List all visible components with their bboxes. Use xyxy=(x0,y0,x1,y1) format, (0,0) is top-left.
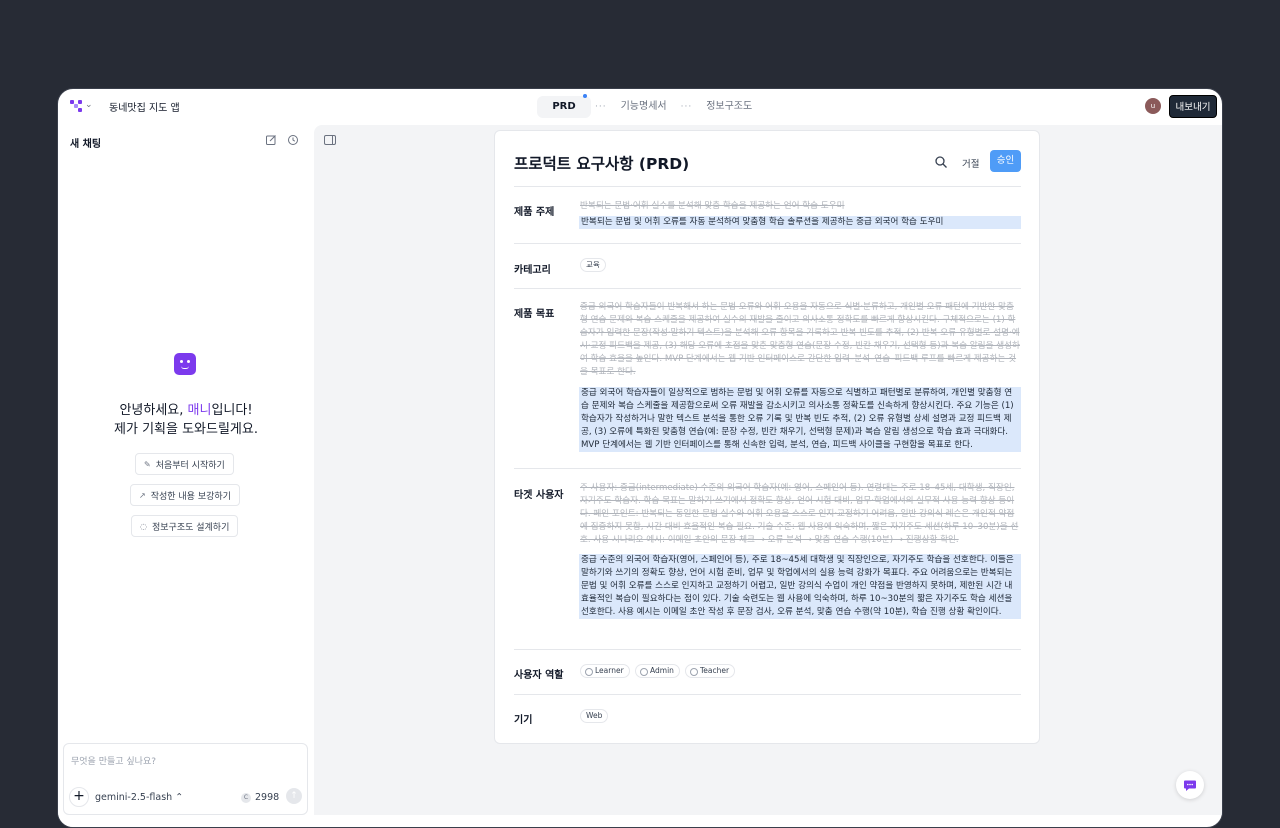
new-chat-icon[interactable] xyxy=(265,134,277,146)
chat-sidebar: 새 채팅 안녕하세요, 매니입니다! 제가 기획을 도와드릴게요. ✎ 처음부터… xyxy=(58,125,314,827)
device-chip: Web xyxy=(580,709,609,723)
project-title[interactable]: 동네맛집 지도 앱 xyxy=(109,99,180,114)
export-button[interactable]: 내보내기 xyxy=(1169,95,1217,118)
divider xyxy=(514,649,1021,650)
tab-separator: ··· xyxy=(595,102,607,112)
tab-separator: ··· xyxy=(680,102,693,112)
chat-composer: 무엇을 만들고 싶나요? + gemini-2.5-flash ⌃ C 2998 … xyxy=(63,743,308,815)
target-new: 중급 수준의 외국어 학습자(영어, 스페인어 등), 주로 18~45세 대학… xyxy=(579,554,1021,619)
unsaved-dot xyxy=(583,94,587,98)
app-window: ⌄ 동네맛집 지도 앱 PRD ··· 기능명세서 ··· 정보구조도 u 내보… xyxy=(57,88,1223,828)
suggestion-label: 정보구조도 설계하기 xyxy=(151,522,230,533)
suggestion-label: 처음부터 시작하기 xyxy=(155,460,225,471)
top-bar: ⌄ 동네맛집 지도 앱 PRD ··· 기능명세서 ··· 정보구조도 u 내보… xyxy=(58,89,1222,125)
chat-bubble-icon xyxy=(1184,780,1196,791)
avatar[interactable]: u xyxy=(1145,98,1161,114)
suggestion-start-fresh[interactable]: ✎ 처음부터 시작하기 xyxy=(135,453,234,475)
tab-feature-spec[interactable]: 기능명세서 xyxy=(611,96,677,118)
divider xyxy=(514,243,1021,244)
device-label: 기기 xyxy=(514,715,533,726)
arrow-up-right-icon: ↗ xyxy=(139,490,146,500)
credit-count: 2998 xyxy=(255,792,280,803)
tab-prd[interactable]: PRD xyxy=(537,94,591,118)
credit-icon: C xyxy=(241,792,251,803)
divider xyxy=(514,694,1021,695)
topic-label: 제품 주제 xyxy=(514,207,555,218)
tab-ia[interactable]: 정보구조도 xyxy=(696,96,762,118)
panel-toggle-icon[interactable] xyxy=(324,135,336,145)
category-chip: 교육 xyxy=(580,258,606,272)
chat-support-button[interactable] xyxy=(1176,771,1204,799)
goal-label: 제품 목표 xyxy=(514,309,555,320)
goal-new: 중급 외국어 학습자들이 일상적으로 범하는 문법 및 어휘 오류를 자동으로 … xyxy=(579,387,1021,452)
approve-button[interactable]: 승인 xyxy=(990,150,1021,172)
model-selector[interactable]: gemini-2.5-flash ⌃ xyxy=(95,792,183,803)
role-chip-teacher: Teacher xyxy=(685,664,736,678)
greeting-line-2: 제가 기획을 도와드릴게요. xyxy=(114,422,258,437)
topic-new: 반복되는 문법 및 어휘 오류를 자동 분석하여 맞춤형 학습 솔루션을 제공하… xyxy=(579,216,1021,229)
doc-tabs: PRD ··· 기능명세서 ··· 정보구조도 xyxy=(537,94,762,118)
goal-old: 중급 외국어 학습자들이 반복해서 하는 문법 오류와 어휘 오용을 자동으로 … xyxy=(580,302,1020,377)
greeting-suffix: 입니다! xyxy=(211,403,253,418)
reject-button[interactable]: 거절 xyxy=(962,156,979,170)
send-button[interactable]: ↑ xyxy=(286,788,302,804)
page-title: 프로덕트 요구사항 (PRD) xyxy=(514,155,690,173)
sidebar-title: 새 채팅 xyxy=(70,139,102,150)
suggestion-label: 작성한 내용 보강하기 xyxy=(150,491,231,502)
target-old: 주 사용자: 중급(intermediate) 수준의 외국어 학습자(예: 영… xyxy=(580,483,1019,545)
divider xyxy=(514,186,1021,187)
chat-input[interactable]: 무엇을 만들고 싶나요? xyxy=(71,754,156,767)
edit-icon: ✎ xyxy=(144,459,151,469)
search-icon[interactable] xyxy=(934,155,948,169)
suggestion-enhance[interactable]: ↗ 작성한 내용 보강하기 xyxy=(130,484,240,506)
loader-icon: ◌ xyxy=(140,521,147,531)
attach-button[interactable]: + xyxy=(69,787,89,807)
chevron-down-icon[interactable]: ⌄ xyxy=(85,100,93,110)
app-logo-icon[interactable] xyxy=(69,99,83,113)
chevron-up-icon: ⌃ xyxy=(175,792,184,803)
topic-old: 반복되는 문법·어휘 실수를 분석해 맞춤 학습을 제공하는 언어 학습 도우미 xyxy=(580,201,845,211)
prd-document: 프로덕트 요구사항 (PRD) 거절 승인 제품 주제 반복되는 문법·어휘 실… xyxy=(494,130,1040,744)
roles-label: 사용자 역할 xyxy=(514,670,564,681)
target-label: 타겟 사용자 xyxy=(514,490,564,501)
assistant-name: 매니 xyxy=(187,403,212,418)
tab-label: PRD xyxy=(552,101,576,112)
credit-balance: C 2998 xyxy=(241,792,279,803)
category-label: 카테고리 xyxy=(514,265,551,276)
assistant-icon xyxy=(174,353,196,375)
suggestion-ia-design[interactable]: ◌ 정보구조도 설계하기 xyxy=(131,515,239,537)
history-icon[interactable] xyxy=(287,134,299,146)
main-area: 프로덕트 요구사항 (PRD) 거절 승인 제품 주제 반복되는 문법·어휘 실… xyxy=(314,125,1222,815)
model-name: gemini-2.5-flash xyxy=(95,792,173,803)
role-chip-admin: Admin xyxy=(635,664,680,678)
greeting-line-1: 안녕하세요, 매니입니다! xyxy=(58,399,314,418)
divider xyxy=(514,468,1021,469)
divider xyxy=(514,288,1021,289)
role-chip-learner: Learner xyxy=(580,664,630,678)
greeting-prefix: 안녕하세요, xyxy=(119,403,188,418)
